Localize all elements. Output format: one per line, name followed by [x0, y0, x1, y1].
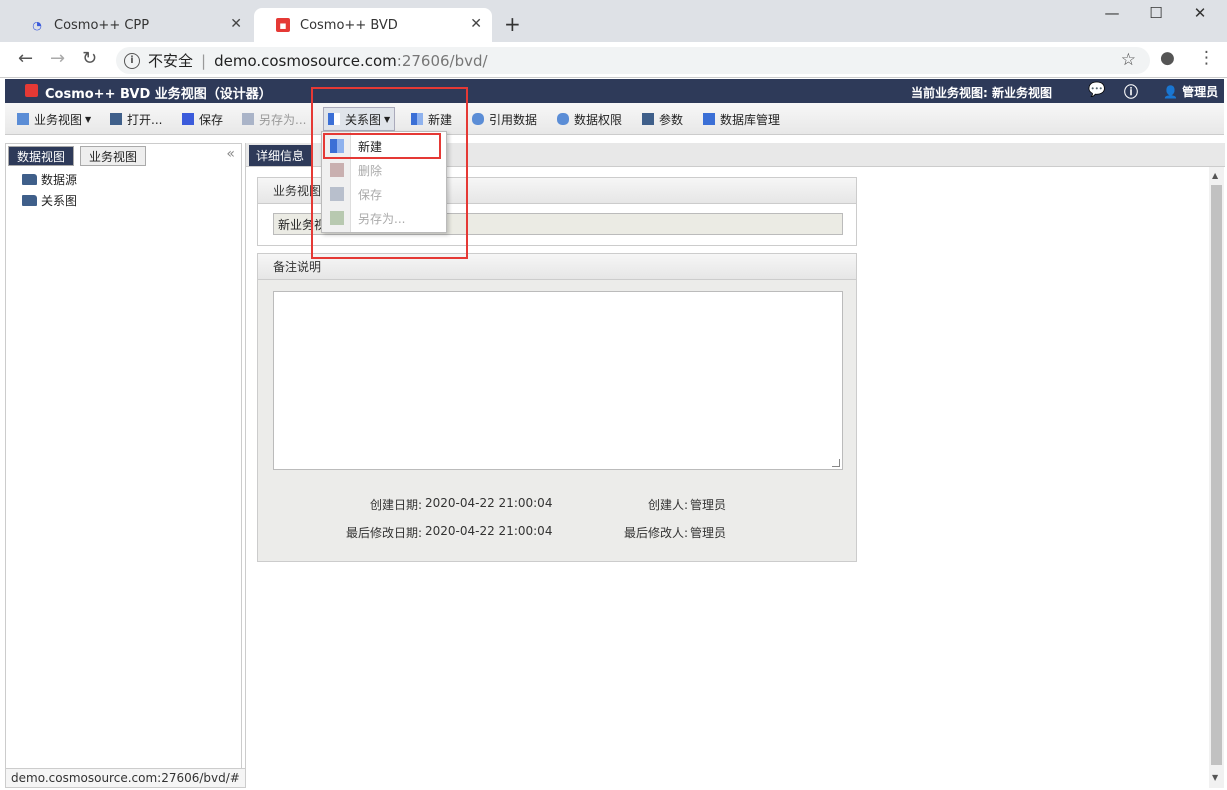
minimize-icon[interactable]: — [1092, 4, 1132, 22]
created-date-label: 创建日期: [369, 498, 422, 512]
caret-down-icon: ▼ [85, 114, 92, 124]
new-tab-icon[interactable]: + [504, 12, 521, 36]
database-icon [472, 113, 484, 125]
business-view-menu-button[interactable]: 业务视图 ▼ [13, 107, 95, 131]
close-icon[interactable]: ✕ [1180, 4, 1220, 22]
modifier-label: 最后修改人: [623, 526, 688, 540]
document-icon [17, 113, 29, 125]
browser-tab-title: Cosmo++ BVD [300, 17, 398, 33]
created-date-value: 2020-04-22 21:00:04 [425, 496, 553, 510]
url-field[interactable]: i 不安全 | demo.cosmosource.com :27606/bvd/… [116, 47, 1150, 74]
scrollbar-thumb[interactable] [1211, 185, 1222, 765]
save-icon [182, 113, 194, 125]
user-name: 管理员 [1182, 85, 1219, 99]
back-icon[interactable]: ← [18, 48, 33, 69]
tree-item-datasource[interactable]: 数据源 [22, 171, 77, 188]
address-bar: ← → ↻ i 不安全 | demo.cosmosource.com :2760… [0, 42, 1227, 78]
user-icon: 👤 [1163, 85, 1178, 99]
save-label: 保存 [199, 112, 224, 127]
reference-data-label: 引用数据 [489, 112, 538, 127]
tab-data-view[interactable]: 数据视图 [8, 146, 75, 166]
save-as-button[interactable]: 另存为... [238, 107, 310, 131]
notes-textarea[interactable] [273, 291, 843, 470]
database-manage-button[interactable]: 数据库管理 [699, 107, 784, 131]
profile-icon[interactable]: ● [1160, 48, 1175, 68]
scroll-down-icon[interactable]: ▼ [1212, 773, 1218, 782]
app-header: Cosmo++ BVD 业务视图（设计器） 当前业务视图: 新业务视图 💬 ⓘ … [5, 79, 1224, 103]
tab-details[interactable]: 详细信息 [249, 145, 312, 166]
folder-icon [22, 195, 37, 206]
modifier-value: 管理员 [690, 526, 727, 540]
app-logo-icon [25, 84, 38, 97]
cosmo-cpp-favicon-icon: ◔ [32, 18, 42, 32]
browser-tab-cpp[interactable]: ◔ Cosmo++ CPP ✕ [8, 8, 252, 42]
data-permission-button[interactable]: 数据权限 [553, 107, 626, 131]
data-permission-label: 数据权限 [574, 112, 623, 127]
vertical-scrollbar[interactable]: ▲ ▼ [1209, 167, 1224, 788]
database-manage-label: 数据库管理 [720, 112, 781, 127]
modified-date-value: 2020-04-22 21:00:04 [425, 524, 553, 538]
tree-item-label: 数据源 [41, 173, 78, 187]
tab-business-view[interactable]: 业务视图 [80, 146, 147, 166]
url-separator: | [201, 51, 207, 70]
menu-kebab-icon[interactable]: ⋮ [1198, 48, 1215, 68]
info-icon[interactable]: i [124, 52, 140, 69]
app-title: Cosmo++ BVD 业务视图（设计器） [45, 87, 272, 102]
url-path: :27606/bvd/ [396, 51, 488, 70]
collapse-panel-icon[interactable]: « [226, 146, 235, 162]
open-label: 打开... [127, 112, 163, 127]
open-button[interactable]: 打开... [106, 107, 166, 131]
current-view-label: 当前业务视图: 新业务视图 [911, 86, 1052, 100]
cosmo-bvd-favicon-icon: ▪ [276, 18, 290, 32]
url-host: demo.cosmosource.com [214, 51, 397, 70]
close-tab-icon[interactable]: ✕ [470, 16, 482, 32]
save-button[interactable]: 保存 [178, 107, 227, 131]
forward-icon[interactable]: → [50, 48, 65, 69]
creator-value: 管理员 [690, 498, 727, 512]
browser-tab-bvd[interactable]: ▪ Cosmo++ BVD ✕ [254, 8, 492, 42]
modified-date-label: 最后修改日期: [345, 526, 422, 540]
business-view-label: 业务视图 [34, 112, 83, 127]
toolbar: 业务视图 ▼ 打开... 保存 另存为... 关系图 ▼ 新建 引用数据 数据权… [5, 103, 1224, 135]
chat-icon[interactable]: 💬 [1088, 82, 1105, 98]
status-bar-url: demo.cosmosource.com:27606/bvd/# [5, 768, 246, 788]
highlight-box-outer [311, 87, 468, 259]
browser-tab-title: Cosmo++ CPP [54, 17, 150, 33]
parameters-button[interactable]: 参数 [638, 107, 687, 131]
maximize-icon[interactable]: ☐ [1136, 4, 1176, 22]
security-label: 不安全 [148, 52, 194, 70]
folder-icon [22, 174, 37, 185]
creator-label: 创建人: [647, 498, 688, 512]
save-as-label: 另存为... [259, 112, 307, 127]
parameters-icon [642, 113, 654, 125]
tree-item-relation-diagram[interactable]: 关系图 [22, 192, 77, 209]
reference-data-button[interactable]: 引用数据 [468, 107, 541, 131]
left-panel: 数据视图 业务视图 « 数据源 关系图 [5, 143, 242, 788]
cube-icon [703, 113, 715, 125]
save-as-icon [242, 113, 254, 125]
parameters-label: 参数 [659, 112, 684, 127]
browser-tab-strip: ◔ Cosmo++ CPP ✕ ▪ Cosmo++ BVD ✕ + — ☐ ✕ [0, 0, 1227, 42]
scroll-up-icon[interactable]: ▲ [1212, 171, 1218, 180]
notes-panel: 备注说明 创建日期: 2020-04-22 21:00:04 创建人: 管理员 … [257, 253, 857, 562]
close-tab-icon[interactable]: ✕ [230, 16, 242, 32]
highlight-box-new-item [323, 133, 441, 159]
folder-open-icon [110, 113, 122, 125]
info-circle-icon[interactable]: ⓘ [1124, 82, 1138, 102]
resize-grip-icon[interactable] [832, 459, 840, 467]
database-lock-icon [557, 113, 569, 125]
tree-item-label: 关系图 [41, 194, 78, 208]
bookmark-star-icon[interactable]: ☆ [1121, 50, 1136, 70]
user-menu[interactable]: 👤 管理员 [1163, 83, 1218, 100]
reload-icon[interactable]: ↻ [82, 48, 97, 69]
